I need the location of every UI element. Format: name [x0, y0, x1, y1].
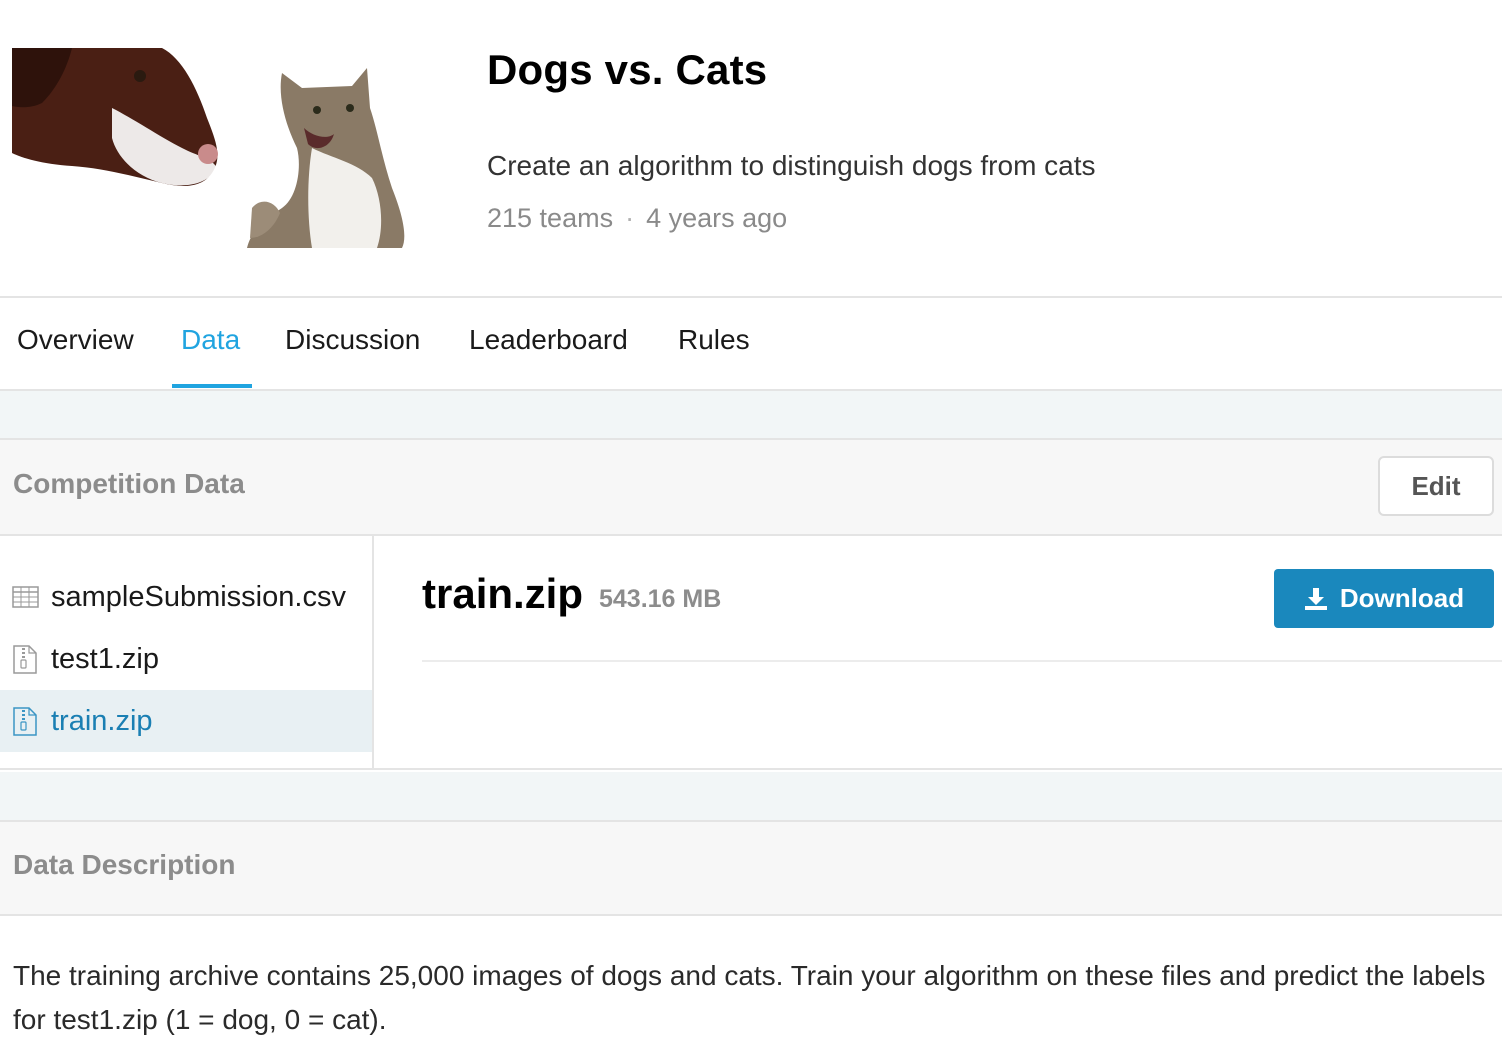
tab-discussion[interactable]: Discussion — [285, 324, 420, 356]
edit-button[interactable]: Edit — [1378, 456, 1494, 516]
selected-file-name: train.zip — [422, 570, 584, 617]
file-label: sampleSubmission.csv — [51, 580, 346, 613]
detail-divider — [422, 660, 1502, 662]
tab-leaderboard[interactable]: Leaderboard — [469, 324, 628, 356]
zip-file-icon — [11, 706, 39, 736]
competition-data-header: Competition Data Edit — [0, 438, 1502, 536]
dog-and-cat-illustration — [12, 48, 405, 248]
tab-rules[interactable]: Rules — [678, 324, 750, 356]
competition-data-heading: Competition Data — [13, 468, 245, 499]
file-detail: train.zip 543.16 MB Download — [422, 536, 1502, 770]
spacer-band — [0, 391, 1502, 439]
competition-tabs: Overview Data Discussion Leaderboard Rul… — [0, 298, 1502, 390]
file-item-test1[interactable]: test1.zip — [0, 628, 372, 690]
table-icon — [11, 582, 39, 612]
competition-meta: 215 teams · 4 years ago — [487, 203, 787, 234]
download-button[interactable]: Download — [1274, 569, 1494, 628]
competition-header: Dogs vs. Cats Create an algorithm to dis… — [0, 0, 1502, 297]
tab-overview[interactable]: Overview — [17, 324, 134, 356]
data-files-panel: sampleSubmission.csv test1.zip train.zip… — [0, 536, 1502, 770]
data-description-text: The training archive contains 25,000 ima… — [13, 960, 1486, 1035]
meta-separator: · — [625, 203, 635, 233]
download-icon — [1304, 587, 1327, 610]
file-label: train.zip — [51, 704, 153, 737]
active-tab-indicator — [172, 384, 252, 388]
selected-file-size: 543.16 MB — [599, 585, 722, 613]
download-label: Download — [1339, 583, 1465, 613]
file-list: sampleSubmission.csv test1.zip train.zip — [0, 536, 374, 770]
data-description-header: Data Description — [0, 820, 1502, 916]
competition-age: 4 years ago — [646, 203, 788, 233]
tab-data[interactable]: Data — [181, 324, 240, 356]
zip-file-icon — [11, 644, 39, 674]
competition-subtitle: Create an algorithm to distinguish dogs … — [487, 150, 1096, 181]
spacer-band — [0, 772, 1502, 820]
data-description-heading: Data Description — [13, 849, 236, 880]
teams-count: 215 teams — [487, 203, 614, 233]
competition-banner-image — [12, 48, 422, 248]
file-item-train[interactable]: train.zip — [0, 690, 372, 752]
file-item-samplesubmission[interactable]: sampleSubmission.csv — [0, 566, 372, 628]
competition-title: Dogs vs. Cats — [487, 46, 768, 93]
file-label: test1.zip — [51, 642, 159, 675]
